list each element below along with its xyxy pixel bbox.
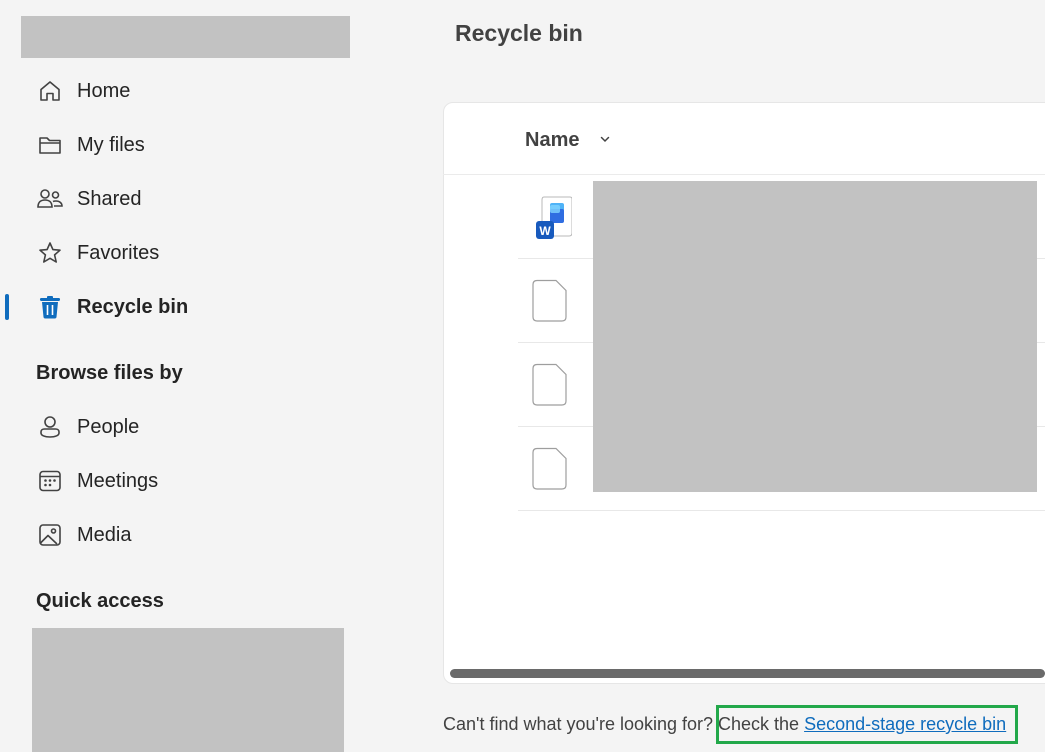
sidebar: Home My files Shared Favorites Recycle b… (0, 0, 440, 752)
sidebar-item-label: Media (77, 523, 132, 546)
generic-file-icon (530, 447, 568, 491)
svg-text:W: W (539, 224, 551, 238)
sidebar-item-people[interactable]: People (0, 405, 440, 449)
quick-access-redacted-block (32, 628, 344, 752)
home-icon (36, 77, 64, 105)
sidebar-item-label: Shared (77, 187, 142, 210)
sidebar-item-my-files[interactable]: My files (0, 123, 440, 167)
highlight-annotation-box (716, 705, 1018, 744)
generic-file-icon (530, 279, 568, 323)
page-title: Recycle bin (455, 20, 583, 46)
active-indicator (5, 294, 9, 320)
name-column-header[interactable]: Name (443, 118, 1045, 174)
sidebar-item-shared[interactable]: Shared (0, 177, 440, 221)
sidebar-item-label: Meetings (77, 469, 159, 492)
image-icon (36, 521, 64, 549)
folder-icon (36, 131, 64, 159)
name-column-label: Name (525, 129, 580, 151)
sidebar-item-media[interactable]: Media (0, 513, 440, 557)
file-names-redacted-block (593, 181, 1037, 492)
word-document-icon: W (530, 195, 573, 239)
sidebar-item-label: Favorites (77, 241, 160, 264)
sidebar-item-meetings[interactable]: Meetings (0, 459, 440, 503)
sidebar-item-recycle-bin[interactable]: Recycle bin (0, 285, 440, 329)
browse-files-heading: Browse files by (36, 362, 183, 384)
onedrive-app: Home My files Shared Favorites Recycle b… (0, 0, 1045, 752)
sidebar-item-label: My files (77, 133, 145, 156)
horizontal-scrollbar[interactable] (450, 669, 1045, 678)
trash-icon (36, 293, 64, 321)
sidebar-item-label: Recycle bin (77, 295, 189, 318)
sidebar-item-favorites[interactable]: Favorites (0, 231, 440, 275)
quick-access-heading: Quick access (36, 590, 164, 612)
star-icon (36, 239, 64, 267)
chevron-down-icon[interactable] (598, 132, 612, 146)
sidebar-item-home[interactable]: Home (0, 69, 440, 113)
sidebar-item-label: Home (77, 79, 131, 102)
account-redacted-block (21, 16, 350, 58)
sidebar-item-label: People (77, 415, 140, 438)
calendar-icon (36, 467, 64, 495)
generic-file-icon (530, 363, 568, 407)
people-icon (36, 185, 64, 213)
person-icon (36, 413, 64, 441)
